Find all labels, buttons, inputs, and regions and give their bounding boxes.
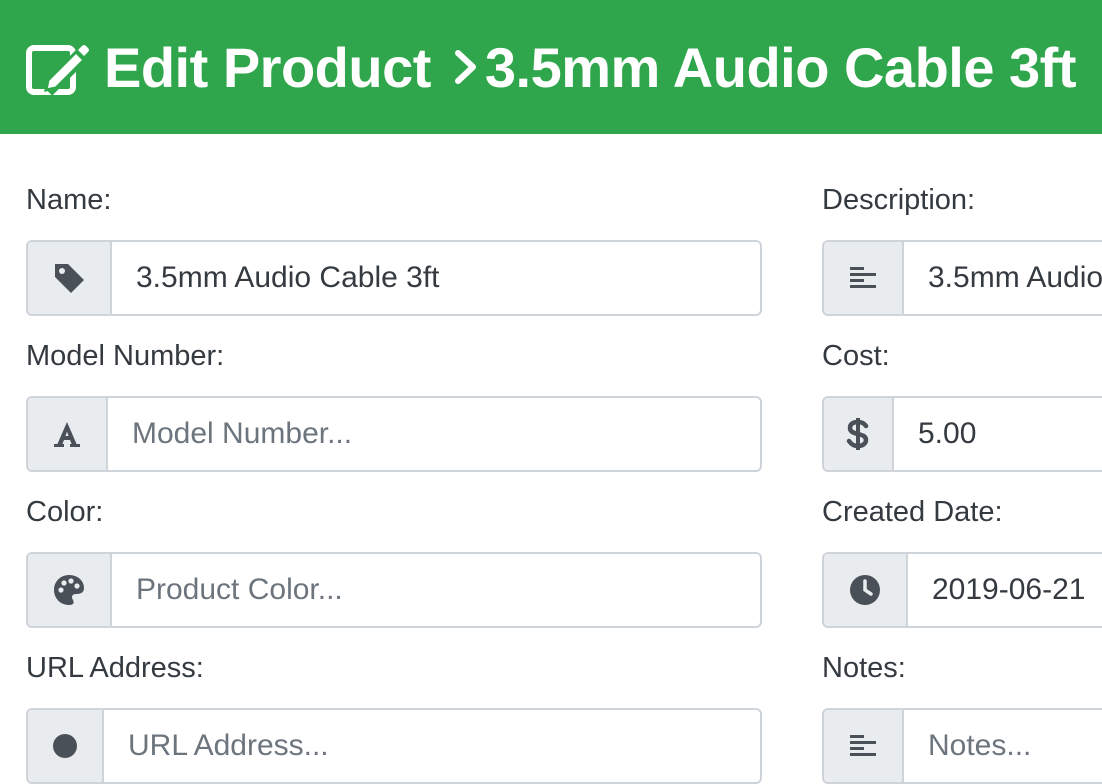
font-icon	[28, 398, 108, 470]
chevron-right-icon	[454, 50, 476, 84]
created-date-input-group	[822, 552, 1102, 628]
created-date-label: Created Date:	[822, 496, 1003, 528]
align-left-icon	[824, 242, 904, 314]
url-address-input-group	[26, 708, 762, 784]
description-label: Description:	[822, 184, 976, 216]
cost-input[interactable]	[894, 398, 1102, 470]
align-left-icon	[824, 710, 904, 782]
model-number-label: Model Number:	[26, 340, 225, 372]
color-input[interactable]	[112, 554, 760, 626]
page-title: Edit Product	[104, 35, 431, 99]
url-address-label: URL Address:	[26, 652, 204, 684]
clock-icon	[824, 554, 908, 626]
tag-icon	[28, 242, 112, 314]
created-date-input[interactable]	[908, 554, 1102, 626]
model-number-input[interactable]	[108, 398, 760, 470]
name-input-group	[26, 240, 762, 316]
breadcrumb-product-name: 3.5mm Audio Cable 3ft	[484, 35, 1077, 99]
notes-label: Notes:	[822, 652, 906, 684]
palette-icon	[28, 554, 112, 626]
cost-label: Cost:	[822, 340, 890, 372]
page-header: Edit Product 3.5mm Audio Cable 3ft	[0, 0, 1102, 134]
name-label: Name:	[26, 184, 112, 216]
notes-input[interactable]	[904, 710, 1102, 782]
model-number-input-group	[26, 396, 762, 472]
url-address-input[interactable]	[104, 710, 760, 782]
edit-icon	[26, 45, 89, 96]
circle-icon	[28, 710, 104, 782]
dollar-icon	[824, 398, 894, 470]
color-label: Color:	[26, 496, 104, 528]
color-input-group	[26, 552, 762, 628]
cost-input-group	[822, 396, 1102, 472]
description-input-group	[822, 240, 1102, 316]
name-input[interactable]	[112, 242, 760, 314]
description-input[interactable]	[904, 242, 1102, 314]
notes-input-group	[822, 708, 1102, 784]
